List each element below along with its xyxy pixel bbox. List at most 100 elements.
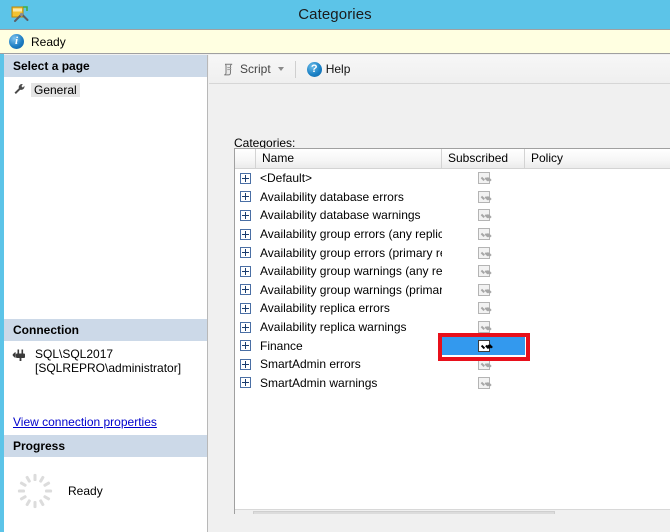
- connection-server: SQL\SQL2017: [35, 347, 181, 361]
- cell-name: Availability group warnings (primary r..…: [256, 283, 442, 297]
- sidebar-item-general[interactable]: General: [4, 80, 207, 100]
- expand-toggle[interactable]: [235, 322, 256, 333]
- expand-toggle[interactable]: [235, 247, 256, 258]
- expand-toggle[interactable]: [235, 191, 256, 202]
- grid-header-row: Name Subscribed Policy: [235, 149, 670, 169]
- expand-toggle[interactable]: [235, 284, 256, 295]
- expand-toggle[interactable]: [235, 229, 256, 240]
- checkbox-icon[interactable]: [478, 209, 490, 221]
- column-header-expand[interactable]: [235, 149, 256, 168]
- cell-subscribed[interactable]: [442, 225, 525, 244]
- expand-toggle[interactable]: [235, 266, 256, 277]
- column-header-policy[interactable]: Policy: [525, 149, 670, 168]
- checkbox-icon[interactable]: [478, 172, 490, 184]
- table-row[interactable]: Availability replica errors: [235, 299, 670, 318]
- panel-body: Categories: Name Subscribed Policy <Defa…: [209, 84, 670, 532]
- connection-info: SQL\SQL2017 [SQLREPRO\administrator]: [35, 347, 181, 375]
- help-button-label: Help: [326, 62, 351, 76]
- cell-name: Availability group errors (any replica r…: [256, 227, 442, 241]
- categories-grid[interactable]: Name Subscribed Policy <Default> Availab…: [234, 148, 670, 527]
- categories-dialog: Categories i Ready Select a page General…: [0, 0, 670, 532]
- checkbox-icon[interactable]: [478, 302, 490, 314]
- table-row-selected[interactable]: Finance: [235, 336, 670, 355]
- table-row[interactable]: SmartAdmin warnings: [235, 374, 670, 393]
- plus-icon: [240, 229, 251, 240]
- plus-icon: [240, 377, 251, 388]
- script-button-label: Script: [240, 62, 271, 76]
- table-row[interactable]: Availability group warnings (any repli..…: [235, 262, 670, 281]
- chevron-down-icon[interactable]: [278, 67, 284, 71]
- expand-toggle[interactable]: [235, 340, 256, 351]
- checkbox-icon[interactable]: [478, 321, 490, 333]
- sidebar-item-label: General: [31, 83, 80, 97]
- plus-icon: [240, 191, 251, 202]
- cell-name: Availability group errors (primary repli…: [256, 246, 442, 260]
- left-pane: Select a page General Connection SQL\SQL…: [4, 55, 208, 532]
- spinner-icon: [16, 472, 54, 510]
- cell-subscribed[interactable]: [442, 262, 525, 281]
- checkbox-checked-icon[interactable]: [478, 340, 490, 352]
- table-row[interactable]: Availability group warnings (primary r..…: [235, 281, 670, 300]
- table-row[interactable]: SmartAdmin errors: [235, 355, 670, 374]
- expand-toggle[interactable]: [235, 210, 256, 221]
- window-title: Categories: [0, 6, 670, 23]
- column-header-name[interactable]: Name: [256, 149, 442, 168]
- expand-toggle[interactable]: [235, 377, 256, 388]
- cell-name: SmartAdmin errors: [256, 357, 442, 371]
- table-row[interactable]: Availability database warnings: [235, 206, 670, 225]
- cell-name: Availability replica warnings: [256, 320, 442, 334]
- cell-subscribed[interactable]: [442, 281, 525, 300]
- progress-body: Ready: [4, 457, 207, 517]
- wrench-icon: [13, 83, 27, 97]
- cell-subscribed[interactable]: [442, 206, 525, 225]
- cell-subscribed[interactable]: [442, 188, 525, 207]
- cell-subscribed[interactable]: [442, 169, 525, 188]
- plus-icon: [240, 322, 251, 333]
- categories-tool-icon: [10, 4, 30, 24]
- checkbox-icon[interactable]: [478, 228, 490, 240]
- checkbox-icon[interactable]: [478, 358, 490, 370]
- cell-subscribed-selected[interactable]: [442, 336, 525, 355]
- script-button[interactable]: Script: [217, 58, 288, 80]
- cell-subscribed[interactable]: [442, 243, 525, 262]
- cell-name: Availability database warnings: [256, 208, 442, 222]
- cell-name: <Default>: [256, 171, 442, 185]
- info-icon: i: [9, 34, 24, 49]
- panel-bottom-strip: [209, 514, 670, 532]
- checkbox-icon[interactable]: [478, 247, 490, 259]
- grid-rows: <Default> Availability database errors A…: [235, 169, 670, 392]
- connection-link-wrap: View connection properties: [4, 403, 207, 435]
- checkbox-icon[interactable]: [478, 191, 490, 203]
- right-pane: Script ? Help Categories: Name Subscribe…: [209, 55, 670, 532]
- cell-subscribed[interactable]: [442, 355, 525, 374]
- expand-toggle[interactable]: [235, 303, 256, 314]
- checkbox-icon[interactable]: [478, 377, 490, 389]
- help-icon: ?: [307, 62, 322, 77]
- plus-icon: [240, 284, 251, 295]
- table-row[interactable]: Availability group errors (primary repli…: [235, 243, 670, 262]
- table-row[interactable]: Availability database errors: [235, 188, 670, 207]
- checkbox-icon[interactable]: [478, 284, 490, 296]
- table-row[interactable]: <Default>: [235, 169, 670, 188]
- script-icon: [221, 62, 236, 77]
- progress-status-text: Ready: [68, 484, 103, 498]
- plus-icon: [240, 303, 251, 314]
- infobar-status-text: Ready: [31, 35, 66, 49]
- plus-icon: [240, 359, 251, 370]
- table-row[interactable]: Availability replica warnings: [235, 318, 670, 337]
- expand-toggle[interactable]: [235, 359, 256, 370]
- table-row[interactable]: Availability group errors (any replica r…: [235, 225, 670, 244]
- connection-body: SQL\SQL2017 [SQLREPRO\administrator]: [4, 341, 207, 403]
- connection-header: Connection: [4, 319, 207, 341]
- view-connection-properties-link[interactable]: View connection properties: [13, 415, 157, 429]
- plus-icon: [240, 247, 251, 258]
- cell-subscribed[interactable]: [442, 299, 525, 318]
- left-pane-spacer: [4, 100, 207, 319]
- column-header-subscribed[interactable]: Subscribed: [442, 149, 525, 168]
- select-a-page-header: Select a page: [4, 55, 207, 77]
- expand-toggle[interactable]: [235, 173, 256, 184]
- cell-subscribed[interactable]: [442, 374, 525, 393]
- checkbox-icon[interactable]: [478, 265, 490, 277]
- help-button[interactable]: ? Help: [303, 58, 355, 80]
- cell-subscribed[interactable]: [442, 318, 525, 337]
